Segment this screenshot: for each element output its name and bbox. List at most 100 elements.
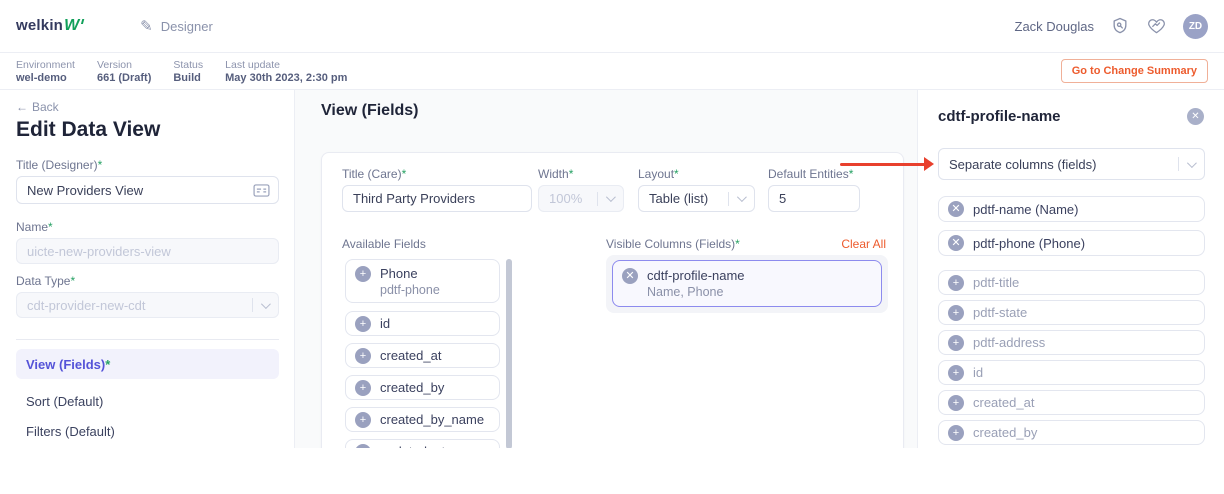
select-divider bbox=[728, 191, 729, 206]
plus-circle-icon[interactable]: + bbox=[355, 266, 371, 282]
layout-label: Layout* bbox=[638, 167, 679, 181]
chevron-down-icon bbox=[736, 192, 747, 203]
label-text: Data Type bbox=[16, 274, 71, 288]
plus-circle-icon[interactable]: + bbox=[355, 347, 371, 364]
available-field-created-by[interactable]: + created_by bbox=[345, 375, 500, 400]
view-fields-heading: View (Fields) bbox=[321, 102, 419, 119]
info-last-update: Last update May 30th 2023, 2:30 pm bbox=[225, 59, 347, 84]
user-name: Zack Douglas bbox=[1014, 18, 1094, 34]
label-text: Name bbox=[16, 220, 49, 234]
chevron-down-icon bbox=[605, 192, 616, 203]
contact-card-icon bbox=[253, 184, 270, 202]
title-designer-input[interactable] bbox=[16, 176, 279, 204]
selected-field-pdtf-name[interactable]: ✕ pdtf-name (Name) bbox=[938, 196, 1205, 222]
remove-circle-icon[interactable]: ✕ bbox=[948, 235, 964, 251]
edit-data-view-panel: ← Back Edit Data View Title (Designer)* … bbox=[0, 90, 295, 448]
annotation-arrow-head bbox=[924, 157, 934, 171]
addable-field-pdtf-state[interactable]: + pdtf-state bbox=[938, 300, 1205, 325]
title-designer-label: Title (Designer)* bbox=[16, 158, 102, 172]
chevron-down-icon bbox=[260, 298, 271, 309]
plus-circle-icon[interactable]: + bbox=[948, 304, 964, 321]
available-field-phone[interactable]: + Phone pdtf-phone bbox=[345, 259, 500, 303]
scrollbar-track[interactable] bbox=[506, 259, 512, 448]
sidebar-item-filters-default[interactable]: Filters (Default) bbox=[16, 416, 279, 446]
visible-column-cdtf-profile-name[interactable]: ✕ cdtf-profile-name Name, Phone bbox=[612, 260, 882, 307]
environment-info-bar: Environment wel-demo Version 661 (Draft)… bbox=[0, 53, 1224, 90]
avatar[interactable]: ZD bbox=[1183, 13, 1208, 39]
layout-select[interactable]: Table (list) bbox=[638, 185, 755, 212]
field-title: pdtf-state bbox=[973, 305, 1028, 320]
display-mode-select[interactable]: Separate columns (fields) bbox=[938, 148, 1205, 180]
welkin-logo[interactable]: welkin W bbox=[16, 17, 82, 35]
title-care-input[interactable] bbox=[342, 185, 532, 212]
title-care-label: Title (Care)* bbox=[342, 167, 406, 181]
required-mark: * bbox=[105, 356, 111, 372]
plus-circle-icon[interactable]: + bbox=[948, 334, 964, 351]
field-text: Phone pdtf-phone bbox=[380, 266, 440, 297]
select-value: cdt-provider-new-cdt bbox=[27, 297, 146, 313]
available-field-id[interactable]: + id bbox=[345, 311, 500, 336]
plus-circle-icon[interactable]: + bbox=[948, 394, 964, 411]
available-field-updated-at[interactable]: + updated_at bbox=[345, 439, 500, 448]
field-title: pdtf-name (Name) bbox=[973, 201, 1079, 217]
select-divider bbox=[252, 298, 253, 312]
plus-circle-icon[interactable]: + bbox=[355, 315, 371, 332]
label-text: Title (Care) bbox=[342, 167, 402, 181]
nav-label: Sort (Default) bbox=[26, 393, 104, 409]
shield-key-icon[interactable] bbox=[1110, 16, 1130, 36]
heart-handshake-icon[interactable] bbox=[1146, 16, 1167, 36]
width-label: Width* bbox=[538, 167, 573, 181]
available-fields-heading: Available Fields bbox=[342, 237, 426, 251]
plus-circle-icon[interactable]: + bbox=[355, 379, 371, 396]
addable-field-pdtf-title[interactable]: + pdtf-title bbox=[938, 270, 1205, 295]
available-field-created-by-name[interactable]: + created_by_name bbox=[345, 407, 500, 432]
main-area: ← Back Edit Data View Title (Designer)* … bbox=[0, 90, 1224, 448]
sidebar-item-view-fields[interactable]: View (Fields) * bbox=[16, 349, 279, 379]
navbar-right: Zack Douglas ZD bbox=[1014, 13, 1208, 39]
label-text: Layout bbox=[638, 167, 675, 181]
field-title: pdtf-phone (Phone) bbox=[973, 235, 1086, 251]
plus-circle-icon[interactable]: + bbox=[355, 443, 371, 448]
required-mark: * bbox=[70, 274, 76, 288]
back-link[interactable]: ← Back bbox=[16, 100, 59, 114]
field-title: pdtf-title bbox=[973, 275, 1020, 290]
selected-field-pdtf-phone[interactable]: ✕ pdtf-phone (Phone) bbox=[938, 230, 1205, 256]
app-window: welkin W ✎ Designer Zack Douglas ZD Envi… bbox=[0, 0, 1224, 494]
close-icon[interactable]: ✕ bbox=[1187, 108, 1204, 125]
required-mark: * bbox=[97, 158, 103, 172]
addable-field-id[interactable]: + id bbox=[938, 360, 1205, 385]
info-label: Status bbox=[173, 58, 204, 71]
column-detail-panel: cdtf-profile-name ✕ Separate columns (fi… bbox=[917, 90, 1224, 448]
field-subtitle: pdtf-phone bbox=[380, 283, 440, 297]
plus-circle-icon[interactable]: + bbox=[355, 411, 371, 428]
sidebar-item-sort-default[interactable]: Sort (Default) bbox=[16, 386, 279, 416]
info-environment: Environment wel-demo bbox=[16, 59, 75, 84]
addable-field-created-at[interactable]: + created_at bbox=[938, 390, 1205, 415]
info-label: Last update bbox=[225, 58, 281, 71]
default-entities-input[interactable] bbox=[768, 185, 860, 212]
go-to-change-summary-button[interactable]: Go to Change Summary bbox=[1060, 59, 1208, 83]
annotation-arrow bbox=[840, 163, 926, 166]
available-field-created-at[interactable]: + created_at bbox=[345, 343, 500, 368]
field-title: created_at bbox=[380, 348, 442, 363]
addable-field-created-by[interactable]: + created_by bbox=[938, 420, 1205, 445]
name-input bbox=[16, 238, 279, 264]
field-title: id bbox=[380, 316, 391, 331]
remove-circle-icon[interactable]: ✕ bbox=[948, 201, 964, 217]
addable-field-pdtf-address[interactable]: + pdtf-address bbox=[938, 330, 1205, 355]
column-title: cdtf-profile-name bbox=[647, 268, 745, 283]
view-fields-card: Title (Care)* Width* 100% Layout* Table … bbox=[321, 152, 904, 448]
name-label: Name* bbox=[16, 220, 53, 234]
plus-circle-icon[interactable]: + bbox=[948, 424, 964, 441]
column-subtitle: Name, Phone bbox=[647, 285, 724, 299]
data-type-label: Data Type* bbox=[16, 274, 75, 288]
nav-item-designer[interactable]: ✎ Designer bbox=[140, 17, 213, 35]
plus-circle-icon[interactable]: + bbox=[948, 274, 964, 291]
plus-circle-icon[interactable]: + bbox=[948, 364, 964, 381]
remove-circle-icon[interactable]: ✕ bbox=[622, 268, 638, 284]
scrollbar-thumb[interactable] bbox=[506, 259, 512, 448]
visible-columns-heading: Visible Columns (Fields)* bbox=[606, 237, 740, 251]
clear-all-link[interactable]: Clear All bbox=[841, 237, 886, 251]
info-value: 661 (Draft) bbox=[96, 71, 152, 84]
required-mark: * bbox=[48, 220, 53, 234]
